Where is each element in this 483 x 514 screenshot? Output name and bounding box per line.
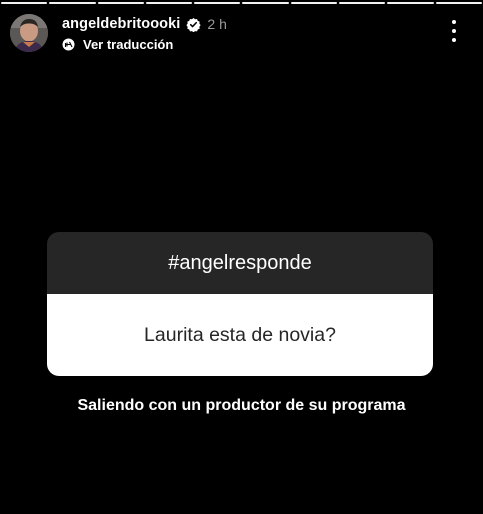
more-vertical-icon: [452, 38, 456, 42]
more-options-button[interactable]: [449, 20, 459, 42]
translate-link[interactable]: Ver traducción: [62, 36, 173, 52]
translate-icon: [62, 38, 75, 51]
answer-text: Saliendo con un productor de su programa: [77, 397, 406, 414]
avatar[interactable]: [10, 14, 48, 52]
question-text: Laurita esta de novia?: [144, 323, 336, 346]
avatar-image: [10, 14, 48, 52]
story-progress-segment: [194, 2, 241, 4]
question-sticker[interactable]: #angelresponde Laurita esta de novia?: [47, 232, 433, 376]
question-sticker-body: Laurita esta de novia?: [47, 294, 433, 376]
story-progress-segment: [1, 2, 48, 4]
username-row: angeldebritoooki 2 h: [62, 14, 227, 34]
story-progress-segment: [290, 2, 338, 4]
story-progress-segment: [339, 2, 386, 4]
post-time: 2 h: [207, 16, 227, 32]
translate-label: Ver traducción: [83, 36, 174, 52]
story-progress-bar: [0, 2, 483, 5]
story-progress-segment: [145, 2, 193, 4]
question-sticker-header: #angelresponde: [47, 232, 433, 294]
more-vertical-icon: [452, 29, 456, 33]
story-progress-segment: [387, 2, 434, 4]
story-progress-segment: [49, 2, 96, 4]
verified-badge-icon: [186, 17, 202, 32]
story-progress-segment: [242, 2, 289, 4]
story-header: angeldebritoooki 2 h Ver traducción: [10, 12, 473, 56]
story-progress-segment: [435, 2, 482, 4]
question-hashtag: #angelresponde: [168, 251, 312, 274]
story-progress-segment: [97, 2, 144, 4]
more-vertical-icon: [452, 20, 456, 24]
username[interactable]: angeldebritoooki: [62, 16, 180, 32]
